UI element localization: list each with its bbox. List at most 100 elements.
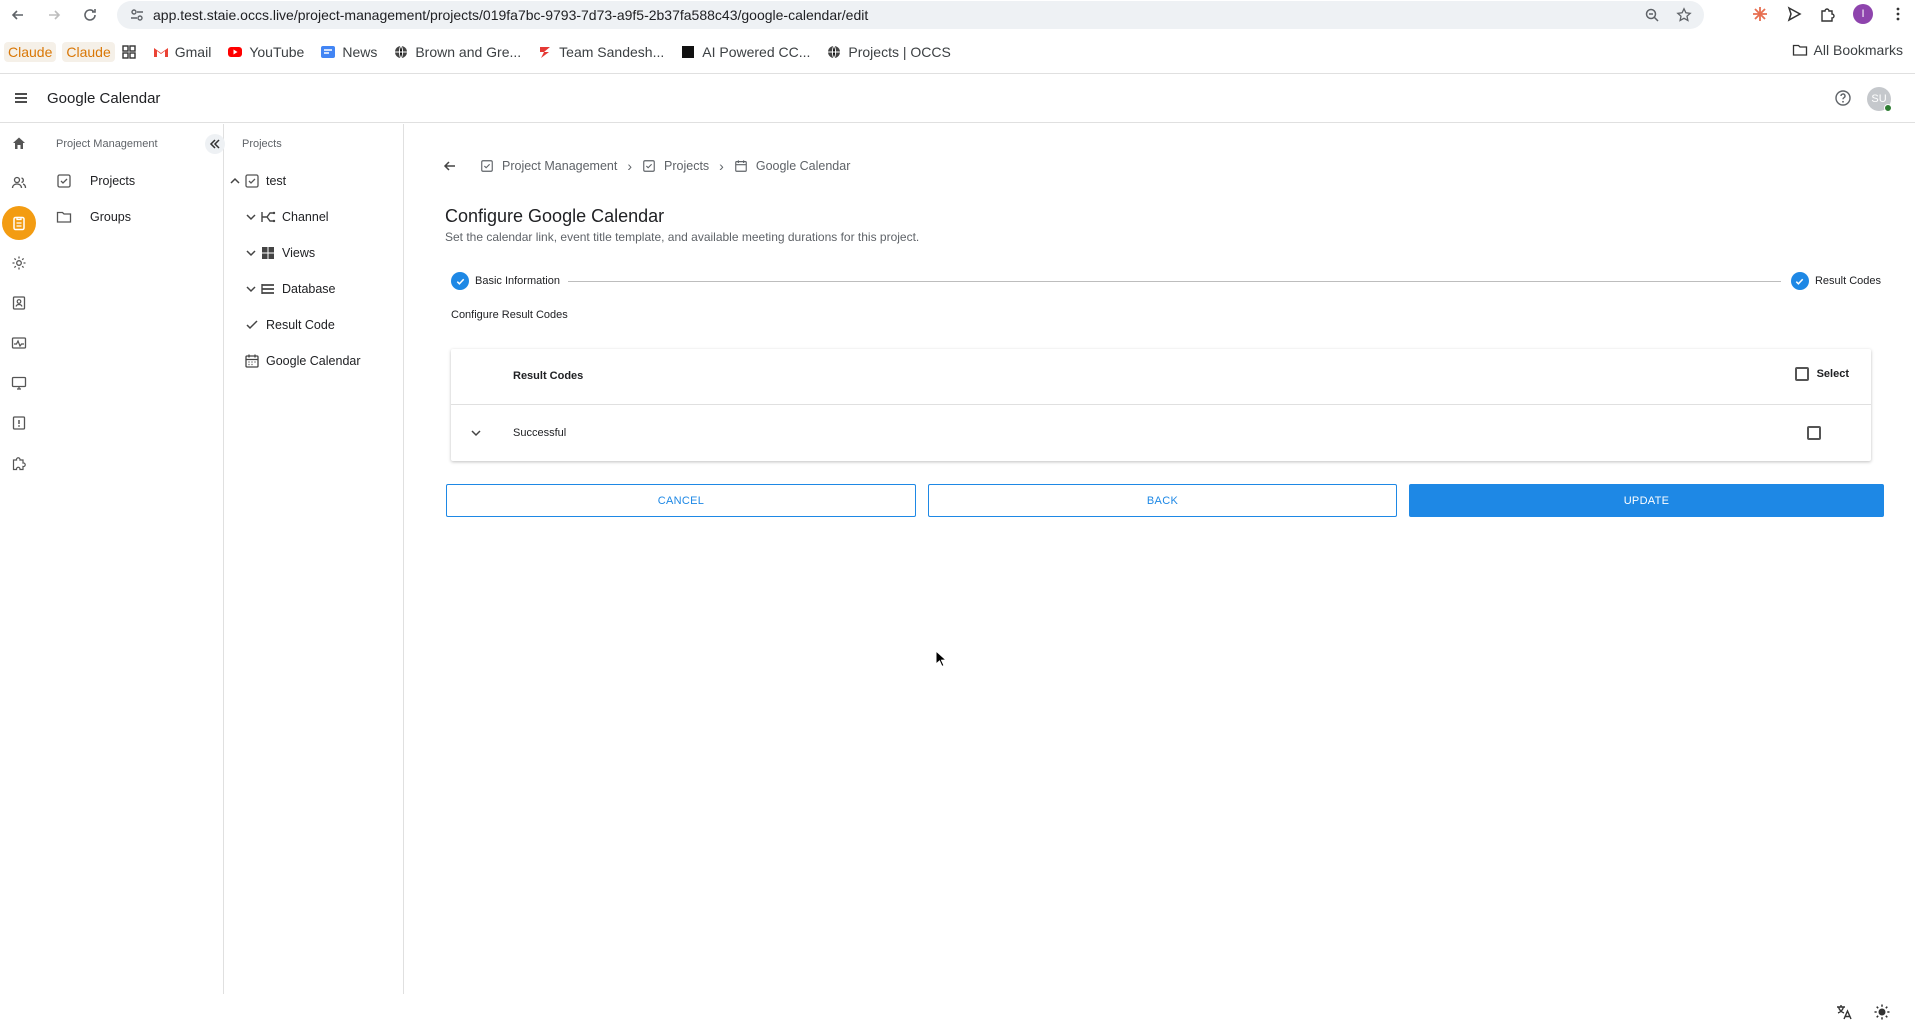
rail-alerts[interactable] [0, 406, 38, 440]
bookmark-claude-2[interactable]: Claude [62, 42, 115, 62]
step-basic-information[interactable]: Basic Information [451, 272, 568, 290]
forward-arrow-icon[interactable] [40, 1, 68, 29]
rail-screens[interactable] [0, 366, 38, 400]
online-status-dot [1884, 104, 1892, 112]
chevron-down-icon[interactable] [244, 210, 258, 224]
send-extension-icon[interactable] [1785, 5, 1803, 23]
team-icon [537, 44, 553, 60]
chevron-right-icon: › [627, 158, 633, 174]
news-icon [320, 44, 336, 60]
rail-monitoring[interactable] [0, 326, 38, 360]
panel-header: Project Management [56, 138, 158, 150]
bookmark-gmail[interactable]: Gmail [153, 44, 211, 60]
bookmark-news[interactable]: News [320, 44, 377, 60]
checkbox-icon [56, 173, 72, 189]
collapse-panel-button[interactable] [205, 134, 225, 154]
panel-header: Projects [242, 138, 282, 150]
bookmark-youtube[interactable]: YouTube [227, 44, 304, 60]
globe-icon [393, 44, 409, 60]
checkbox-icon [480, 159, 494, 173]
stepper: Basic Information Result Codes [451, 272, 1881, 292]
app-title: Google Calendar [47, 89, 161, 107]
chevron-down-icon[interactable] [244, 282, 258, 296]
browser-toolbar: app.test.staie.occs.live/project-managem… [0, 0, 1915, 30]
bookmark-apps[interactable] [121, 44, 137, 60]
update-button[interactable]: UPDATE [1409, 484, 1884, 517]
profile-avatar[interactable]: I [1853, 4, 1873, 24]
tree-item-views[interactable]: Views [244, 239, 315, 267]
kebab-menu-icon[interactable] [1889, 5, 1907, 23]
bookmark-ai-powered[interactable]: AI Powered CC... [680, 44, 810, 60]
folder-icon [1792, 42, 1808, 58]
projects-tree-panel: Projects test Channel Views Database Res… [224, 124, 404, 994]
gmail-icon [153, 44, 169, 60]
rail-integrations[interactable] [0, 446, 38, 480]
select-all-checkbox[interactable] [1794, 367, 1809, 381]
checkbox-icon [642, 159, 656, 173]
pulse-icon [11, 335, 27, 351]
rail-contacts[interactable] [0, 286, 38, 320]
bookmark-team-sandesh[interactable]: Team Sandesh... [537, 44, 664, 60]
tree-item-google-calendar[interactable]: Google Calendar [244, 347, 361, 375]
address-bar[interactable]: app.test.staie.occs.live/project-managem… [117, 1, 1704, 29]
translate-icon[interactable] [1835, 1003, 1853, 1021]
all-bookmarks[interactable]: All Bookmarks [1792, 42, 1903, 58]
extensions-puzzle-icon[interactable] [1819, 5, 1837, 23]
mouse-cursor-icon [935, 650, 948, 668]
back-button[interactable]: BACK [928, 484, 1397, 517]
tree-item-test[interactable]: test [228, 167, 286, 195]
home-icon [11, 135, 27, 151]
sidebar-item-groups[interactable]: Groups [56, 203, 131, 231]
stepper-connector [566, 281, 1781, 282]
apps-grid-icon [121, 44, 137, 60]
app-header: Google Calendar SU [0, 73, 1915, 123]
breadcrumb: Project Management › Projects › Google C… [442, 156, 850, 176]
chevron-down-icon[interactable] [244, 246, 258, 260]
tree-item-result-code[interactable]: Result Code [244, 311, 335, 339]
row-checkbox[interactable] [1807, 426, 1821, 440]
bookmark-star-icon[interactable] [1676, 7, 1692, 23]
user-avatar[interactable]: SU [1867, 87, 1892, 112]
tree-item-database[interactable]: Database [244, 275, 336, 303]
bookmark-brown-and-green[interactable]: Brown and Gre... [393, 44, 521, 60]
grid-icon [260, 245, 276, 261]
bookmarks-bar: Claude Claude Gmail YouTube News Brown a… [0, 38, 1915, 66]
url-text[interactable]: app.test.staie.occs.live/project-managem… [153, 7, 868, 23]
rail-project-management[interactable] [0, 206, 38, 240]
help-icon[interactable] [1833, 88, 1853, 108]
checkbox-icon [244, 173, 260, 189]
cancel-button[interactable]: CANCEL [446, 484, 916, 517]
gear-icon [11, 255, 27, 271]
breadcrumb-project-management[interactable]: Project Management [480, 159, 617, 173]
reload-icon[interactable] [76, 1, 104, 29]
globe-icon [826, 44, 842, 60]
rail-settings[interactable] [0, 246, 38, 280]
column-header-result-codes: Result Codes [513, 370, 584, 382]
claude-extension-icon[interactable] [1751, 5, 1769, 23]
breadcrumb-projects[interactable]: Projects [642, 159, 709, 173]
bookmark-claude-1[interactable]: Claude [4, 42, 57, 62]
database-icon [260, 281, 276, 297]
main-content: Project Management › Projects › Google C… [405, 124, 1915, 994]
check-icon [244, 317, 260, 333]
back-arrow-icon[interactable] [442, 158, 458, 174]
select-all[interactable]: Select [1794, 367, 1849, 381]
chevron-down-icon[interactable] [469, 426, 483, 440]
chevron-right-icon: › [719, 158, 724, 174]
rail-home[interactable] [0, 126, 38, 160]
sidebar-item-projects[interactable]: Projects [56, 167, 135, 195]
back-arrow-icon[interactable] [4, 1, 32, 29]
chevron-up-icon[interactable] [228, 174, 242, 188]
table-header: Result Codes Select [451, 349, 1871, 405]
theme-sun-icon[interactable] [1873, 1003, 1891, 1021]
puzzle-icon [11, 455, 27, 471]
zoom-icon[interactable] [1644, 7, 1660, 23]
check-circle-icon [451, 272, 469, 290]
calendar-icon [244, 353, 260, 369]
site-settings-icon[interactable] [129, 7, 145, 23]
step-result-codes[interactable]: Result Codes [1782, 272, 1881, 290]
bookmark-projects-occs[interactable]: Projects | OCCS [826, 44, 951, 60]
tree-item-channel[interactable]: Channel [244, 203, 329, 231]
hamburger-menu-icon[interactable] [11, 88, 31, 108]
rail-users[interactable] [0, 166, 38, 200]
